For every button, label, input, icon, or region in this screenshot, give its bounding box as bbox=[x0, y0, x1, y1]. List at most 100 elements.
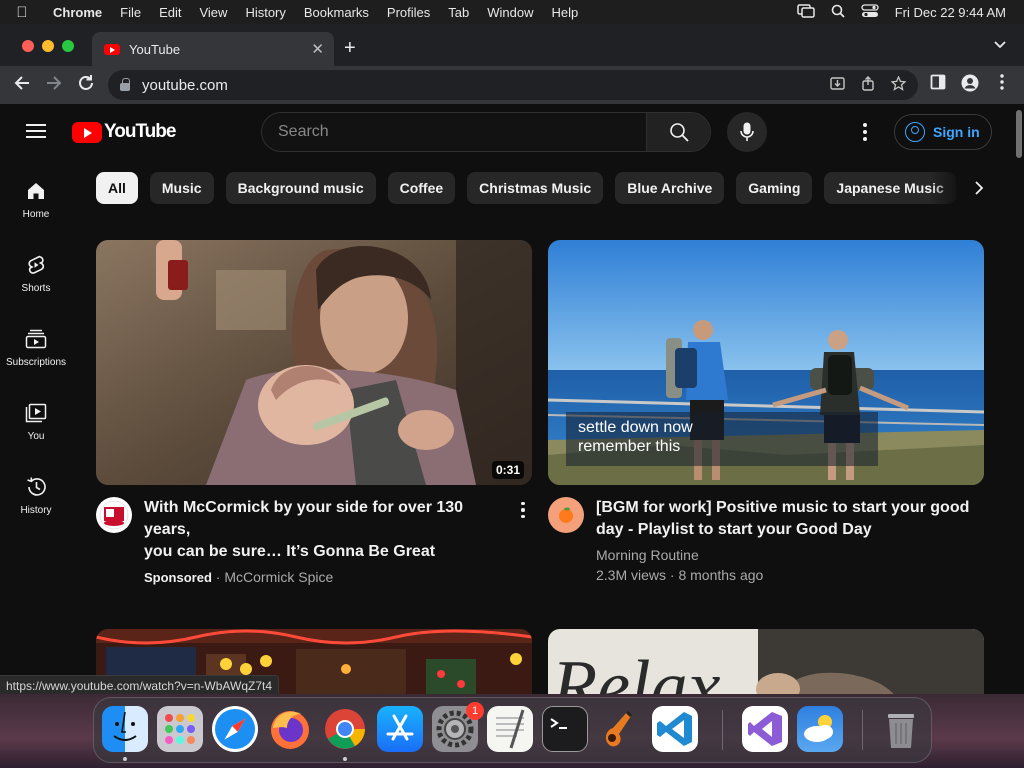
new-tab-button[interactable]: + bbox=[344, 37, 356, 60]
lock-icon[interactable] bbox=[120, 78, 130, 91]
share-icon[interactable] bbox=[861, 76, 875, 94]
chrome-icon[interactable] bbox=[322, 706, 368, 752]
sidebar-label-you: You bbox=[27, 431, 45, 442]
menu-bookmarks[interactable]: Bookmarks bbox=[295, 5, 378, 20]
bookmark-star-icon[interactable] bbox=[890, 75, 907, 94]
menu-view[interactable]: View bbox=[190, 5, 236, 20]
guide-menu-icon[interactable] bbox=[26, 124, 46, 138]
you-icon bbox=[24, 402, 48, 424]
firefox-icon[interactable] bbox=[267, 706, 313, 752]
sidebar-item-you[interactable]: You bbox=[0, 402, 72, 442]
mccormick-ad-thumbnail-image bbox=[96, 240, 532, 485]
trash-icon[interactable] bbox=[878, 706, 924, 752]
dock-separator bbox=[862, 710, 863, 750]
scrollbar-thumb[interactable] bbox=[1016, 110, 1022, 158]
sidebar-item-history[interactable]: History bbox=[0, 476, 72, 516]
video-thumbnail-bgm[interactable]: settle down now remember this bbox=[548, 240, 984, 485]
chrome-menu-icon[interactable] bbox=[991, 74, 1013, 95]
launchpad-icon[interactable] bbox=[157, 706, 203, 752]
screen-mirroring-icon[interactable] bbox=[796, 3, 815, 21]
spotlight-search-icon[interactable] bbox=[831, 4, 845, 21]
video-duration-badge: 0:31 bbox=[491, 461, 524, 479]
menu-help[interactable]: Help bbox=[543, 5, 588, 20]
chip-background-music[interactable]: Background music bbox=[225, 172, 376, 204]
video-title-line-1[interactable]: With McCormick by your side for over 130… bbox=[144, 497, 504, 541]
menu-edit[interactable]: Edit bbox=[150, 5, 190, 20]
textedit-icon[interactable] bbox=[487, 706, 533, 752]
chip-coffee[interactable]: Coffee bbox=[387, 172, 456, 204]
history-icon bbox=[24, 476, 48, 498]
system-settings-badge: 1 bbox=[466, 702, 484, 720]
page-scrollbar[interactable] bbox=[1014, 104, 1024, 694]
mccormick-logo-icon bbox=[99, 500, 129, 530]
menu-tab[interactable]: Tab bbox=[439, 5, 478, 20]
chip-christmas-music[interactable]: Christmas Music bbox=[467, 172, 604, 204]
video-thumbnail-relax[interactable]: Relax bbox=[548, 629, 984, 694]
tab-close-icon[interactable]: ✕ bbox=[311, 40, 324, 58]
sidebar-label-shorts: Shorts bbox=[21, 283, 51, 294]
microphone-icon bbox=[740, 122, 754, 141]
tab-youtube[interactable]: YouTube ✕ bbox=[92, 32, 334, 66]
orange-fruit-icon bbox=[559, 507, 573, 523]
search-icon bbox=[669, 123, 689, 142]
search-button[interactable] bbox=[646, 113, 710, 151]
menu-history[interactable]: History bbox=[236, 5, 294, 20]
channel-name-morning-routine[interactable]: Morning Routine bbox=[596, 545, 976, 565]
sidebar-label-home: Home bbox=[22, 209, 50, 220]
chip-all[interactable]: All bbox=[96, 172, 138, 204]
visual-studio-icon[interactable] bbox=[742, 706, 788, 752]
window-close-button[interactable] bbox=[22, 40, 34, 52]
sidebar-item-subscriptions[interactable]: Subscriptions bbox=[0, 328, 72, 368]
back-arrow-icon[interactable] bbox=[11, 74, 33, 97]
menu-file[interactable]: File bbox=[111, 5, 150, 20]
menu-window[interactable]: Window bbox=[478, 5, 542, 20]
finder-icon[interactable] bbox=[102, 706, 148, 752]
menu-profiles[interactable]: Profiles bbox=[378, 5, 439, 20]
voice-search-button[interactable] bbox=[727, 112, 767, 152]
video-caption-overlay: settle down now remember this bbox=[566, 412, 878, 466]
search-input[interactable] bbox=[262, 113, 646, 151]
tab-search-chevron-icon[interactable] bbox=[994, 37, 1006, 52]
youtube-logo[interactable]: YouTube bbox=[72, 121, 176, 143]
weather-icon[interactable] bbox=[797, 706, 843, 752]
apple-menu-icon[interactable]:  bbox=[0, 4, 44, 21]
chip-blue-archive[interactable]: Blue Archive bbox=[615, 172, 725, 204]
address-url[interactable]: youtube.com bbox=[142, 77, 228, 94]
video-meta-mccormick: Sponsored · McCormick Spice bbox=[144, 567, 504, 588]
address-bar[interactable]: youtube.com bbox=[108, 70, 918, 100]
chip-gaming[interactable]: Gaming bbox=[736, 172, 813, 204]
control-center-icon[interactable] bbox=[861, 3, 879, 21]
video-title-line-2[interactable]: day - Playlist to start your Good Day bbox=[596, 519, 976, 541]
window-minimize-button[interactable] bbox=[42, 40, 54, 52]
channel-name-mccormick[interactable]: McCormick Spice bbox=[224, 569, 333, 585]
menu-bar-clock[interactable]: Fri Dec 22 9:44 AM bbox=[895, 5, 1006, 20]
video-title-line-1[interactable]: [BGM for work] Positive music to start y… bbox=[596, 497, 976, 519]
video-action-menu-icon[interactable] bbox=[519, 501, 527, 519]
app-store-icon[interactable] bbox=[377, 706, 423, 752]
relax-script-text: Relax bbox=[551, 646, 721, 694]
sign-in-button[interactable]: Sign in bbox=[894, 114, 992, 150]
link-status-bubble: https://www.youtube.com/watch?v=n-WbAWqZ… bbox=[0, 675, 279, 695]
safari-icon[interactable] bbox=[212, 706, 258, 752]
forward-arrow-icon[interactable] bbox=[43, 74, 65, 97]
side-panel-icon[interactable] bbox=[927, 74, 949, 95]
chip-music[interactable]: Music bbox=[149, 172, 214, 204]
video-thumbnail-mccormick[interactable]: 0:31 bbox=[96, 240, 532, 485]
garageband-icon[interactable] bbox=[597, 706, 643, 752]
menu-app-name[interactable]: Chrome bbox=[44, 5, 111, 20]
vscode-icon[interactable] bbox=[652, 706, 698, 752]
sidebar-item-home[interactable]: Home bbox=[0, 180, 72, 220]
sidebar-item-shorts[interactable]: Shorts bbox=[0, 254, 72, 294]
settings-more-icon[interactable] bbox=[855, 121, 875, 143]
mccormick-channel-avatar[interactable] bbox=[96, 497, 132, 533]
install-app-icon[interactable] bbox=[830, 76, 845, 94]
chips-next-button[interactable] bbox=[930, 172, 1014, 204]
tab-title: YouTube bbox=[129, 41, 181, 57]
reload-icon[interactable] bbox=[75, 74, 97, 97]
chrome-running-indicator bbox=[343, 757, 347, 761]
window-zoom-button[interactable] bbox=[62, 40, 74, 52]
profile-icon[interactable] bbox=[959, 74, 981, 97]
morning-routine-channel-avatar[interactable] bbox=[548, 497, 584, 533]
video-title-line-2[interactable]: you can be sure… It’s Gonna Be Great bbox=[144, 541, 504, 563]
terminal-icon[interactable] bbox=[542, 706, 588, 752]
